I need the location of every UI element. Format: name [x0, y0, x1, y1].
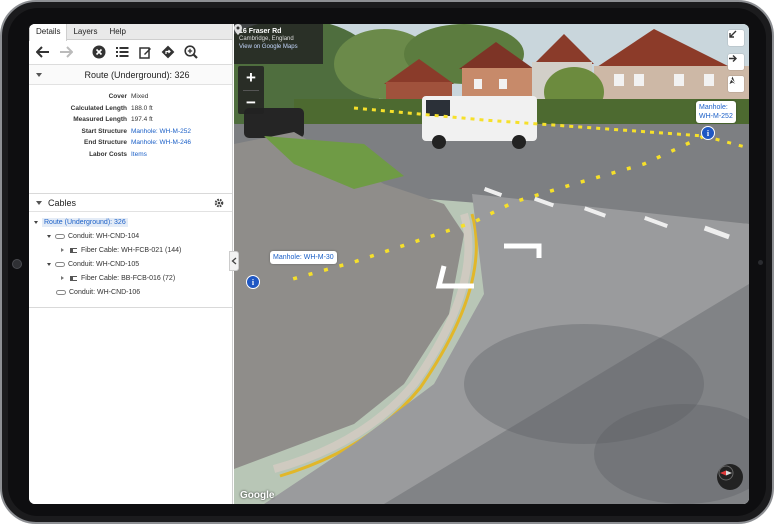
- conduit-icon: [56, 289, 66, 295]
- start-structure-link[interactable]: Manhole: WH-M-252: [131, 128, 191, 135]
- forward-button[interactable]: [56, 42, 76, 62]
- view-on-google-maps-link[interactable]: View on Google Maps: [239, 44, 318, 50]
- close-circle-icon: [92, 45, 106, 59]
- location-off-button[interactable]: [728, 76, 744, 92]
- chevron-left-icon: [231, 257, 237, 265]
- property-value: 197.4 ft: [131, 116, 153, 124]
- expand-caret-icon: [61, 276, 64, 280]
- callout-line: Manhole:: [699, 104, 728, 111]
- conduit-label: Conduit: WH-CND-105: [68, 260, 140, 268]
- property-row: Cover Mixed: [29, 91, 232, 103]
- edit-button[interactable]: [135, 42, 155, 62]
- tab-details[interactable]: Details: [29, 24, 68, 41]
- info-pin-icon[interactable]: i: [701, 126, 715, 140]
- property-label: Start Structure: [81, 127, 127, 135]
- callout-line: WH-M-252: [699, 113, 733, 120]
- conduit-label: Conduit: WH-CND-104: [68, 232, 140, 240]
- address-subtitle: Cambridge, England: [239, 36, 294, 42]
- back-button[interactable]: [33, 42, 53, 62]
- tree-root-row[interactable]: Route (Underground): 326: [29, 215, 232, 229]
- fiber-cable-icon: [70, 275, 77, 281]
- collapse-view-button[interactable]: [728, 30, 744, 46]
- google-logo: Google: [240, 490, 275, 501]
- zoom-control: + −: [238, 66, 264, 114]
- labor-costs-link[interactable]: Items: [131, 151, 147, 158]
- cable-label: Fiber Cable: BB-FCB-016 (72): [81, 274, 176, 282]
- manhole-callout-wh-m-30[interactable]: Manhole: WH-M-30: [270, 251, 337, 264]
- camera-dot: [758, 260, 763, 265]
- edit-icon: [138, 46, 151, 59]
- directions-icon: [161, 45, 175, 59]
- gear-icon[interactable]: [214, 198, 224, 208]
- details-panel: Details Layers Help Route (Underground):…: [29, 24, 233, 504]
- close-button[interactable]: [89, 42, 109, 62]
- panel-tabs: Details Layers Help: [29, 24, 232, 41]
- tree-conduit-row[interactable]: Conduit: WH-CND-104: [29, 229, 232, 243]
- conduit-label: Conduit: WH-CND-106: [69, 288, 141, 296]
- tree-conduit-row[interactable]: Conduit: WH-CND-106: [29, 285, 232, 299]
- property-row: Labor Costs Items: [29, 149, 232, 161]
- property-value: Mixed: [131, 93, 149, 101]
- zoom-in-icon: [184, 45, 198, 59]
- cables-tree: Route (Underground): 326 Conduit: WH-CND…: [29, 212, 232, 308]
- compass-icon: [718, 465, 734, 481]
- app-screen: Details Layers Help Route (Underground):…: [29, 24, 749, 504]
- compass-button[interactable]: [717, 464, 743, 490]
- property-row: Calculated Length 188.0 ft: [29, 103, 232, 115]
- collapse-arrow-icon: [729, 30, 737, 38]
- street-scene: [234, 24, 749, 504]
- back-arrow-icon: [36, 46, 49, 58]
- property-label: Calculated Length: [70, 104, 127, 112]
- property-value: 188.0 ft: [131, 104, 153, 112]
- cables-title: Cables: [48, 197, 77, 208]
- conduit-icon: [55, 233, 65, 239]
- details-toolbar: [29, 40, 232, 65]
- properties-list: Cover Mixed Calculated Length 188.0 ft M…: [29, 85, 232, 194]
- info-pin-icon[interactable]: i: [246, 275, 260, 289]
- list-icon: [115, 47, 128, 57]
- expand-caret-icon: [34, 220, 38, 224]
- details-header[interactable]: Route (Underground): 326: [29, 65, 232, 85]
- details-title: Route (Underground): 326: [84, 69, 190, 80]
- tablet-frame: Details Layers Help Route (Underground):…: [0, 0, 774, 524]
- tree-root-label[interactable]: Route (Underground): 326: [42, 217, 128, 227]
- address-card: 16 Fraser Rd Cambridge, England View on …: [234, 24, 323, 64]
- property-label: Cover: [108, 93, 127, 101]
- directions-button[interactable]: [158, 42, 178, 62]
- tree-cable-row[interactable]: Fiber Cable: BB-FCB-016 (72): [29, 271, 232, 285]
- zoom-out-button[interactable]: −: [238, 91, 264, 115]
- address-title: 16 Fraser Rd: [239, 28, 282, 35]
- expand-caret-icon: [47, 262, 51, 266]
- fiber-cable-icon: [70, 247, 77, 253]
- zoom-in-button[interactable]: +: [238, 66, 264, 90]
- home-button[interactable]: [12, 259, 22, 269]
- property-row: Measured Length 197.4 ft: [29, 114, 232, 126]
- end-structure-link[interactable]: Manhole: WH-M-246: [131, 139, 191, 146]
- property-label: Labor Costs: [89, 150, 127, 158]
- zoom-to-button[interactable]: [181, 42, 201, 62]
- exit-street-view-button[interactable]: [728, 54, 744, 70]
- property-label: Measured Length: [73, 116, 127, 124]
- manhole-callout-wh-m-252[interactable]: Manhole: WH-M-252: [696, 101, 736, 123]
- cable-label: Fiber Cable: WH-FCB-021 (144): [81, 246, 182, 254]
- tab-help[interactable]: Help: [103, 24, 131, 39]
- tree-cable-row[interactable]: Fiber Cable: WH-FCB-021 (144): [29, 243, 232, 257]
- list-button[interactable]: [112, 42, 132, 62]
- property-row: End Structure Manhole: WH-M-246: [29, 137, 232, 149]
- map-pin-icon[interactable]: [234, 24, 242, 35]
- street-view[interactable]: 16 Fraser Rd Cambridge, England View on …: [234, 24, 749, 504]
- property-label: End Structure: [84, 139, 127, 147]
- tab-layers[interactable]: Layers: [67, 24, 103, 39]
- tree-conduit-row[interactable]: Conduit: WH-CND-105: [29, 257, 232, 271]
- collapse-panel-button[interactable]: [229, 251, 239, 271]
- conduit-icon: [55, 261, 65, 267]
- expand-caret-icon: [61, 248, 64, 252]
- expand-caret-icon: [47, 234, 51, 238]
- cables-header[interactable]: Cables: [29, 194, 232, 212]
- collapse-caret-icon: [36, 200, 42, 205]
- property-row: Start Structure Manhole: WH-M-252: [29, 126, 232, 138]
- location-off-icon: [728, 76, 737, 85]
- arrow-right-icon: [729, 55, 737, 62]
- forward-arrow-icon: [60, 46, 73, 58]
